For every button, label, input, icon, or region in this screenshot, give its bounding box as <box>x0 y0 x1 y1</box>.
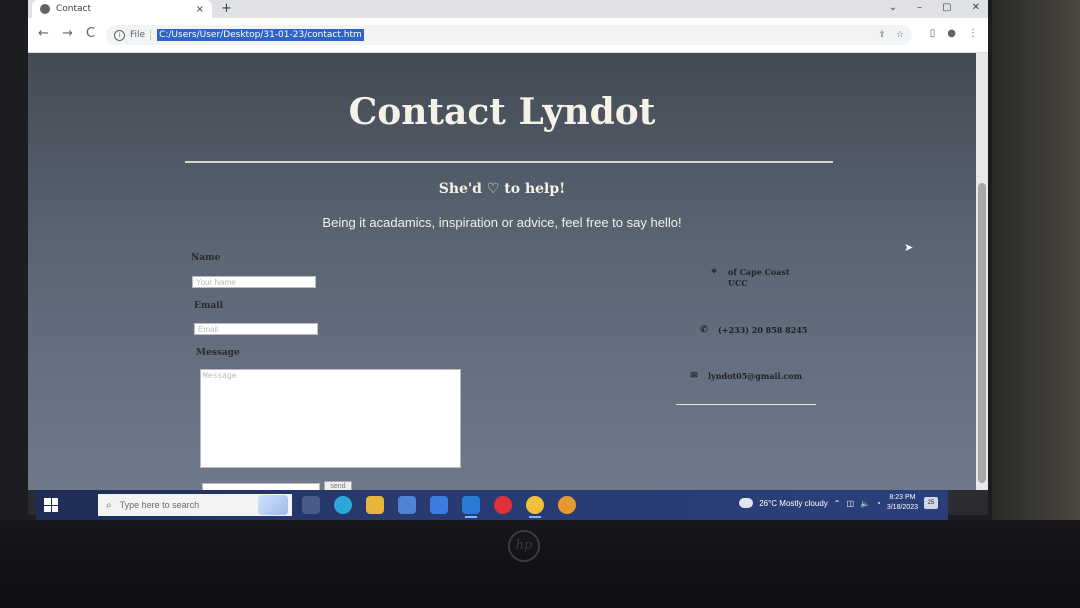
system-tray: 26°C Mostly cloudy ⌃ ◫ 🔈 ◔ 8:23 PM 3/18/… <box>739 493 938 513</box>
page-viewport: Contact Lyndot She'd ♡ to help! Being it… <box>28 53 976 493</box>
window-controls: ⌄ – ▢ ✕ <box>889 2 980 13</box>
restore-button[interactable]: ▢ <box>942 2 951 13</box>
file-scheme-label: File <box>130 30 152 40</box>
contact-email: ✉ lyndot05@gmail.com <box>688 371 802 382</box>
phone-icon: ✆ <box>700 325 708 335</box>
search-icon: ⌕ <box>106 499 112 511</box>
contact-address: ⌖ of Cape Coast UCC <box>708 267 790 289</box>
forward-button[interactable]: → <box>62 26 73 41</box>
tab-title: Contact <box>56 4 92 14</box>
search-placeholder: Type here to search <box>119 500 200 510</box>
edge-icon[interactable] <box>334 496 352 514</box>
browser-toolbar: ← → C i File C:/Users/User/Desktop/31-01… <box>28 18 988 53</box>
windows-taskbar: ⌕ Type here to search 26°C Mostly cloudy… <box>36 490 948 520</box>
page-title: Contact Lyndot <box>348 91 656 133</box>
tab-contact[interactable]: Contact × <box>32 0 212 18</box>
taskbar-clock[interactable]: 8:23 PM 3/18/2023 <box>887 493 918 513</box>
new-tab-button[interactable]: + <box>221 1 232 16</box>
back-button[interactable]: ← <box>38 26 49 41</box>
scroll-thumb[interactable] <box>978 183 986 483</box>
notification-icon[interactable]: 25 <box>924 497 938 509</box>
url-text[interactable]: C:/Users/User/Desktop/31-01-23/contact.h… <box>157 29 364 41</box>
opera-icon[interactable] <box>494 496 512 514</box>
vscode-icon[interactable] <box>462 496 480 518</box>
background-desk <box>992 0 1080 608</box>
close-tab-icon[interactable]: × <box>196 4 204 15</box>
globe-icon <box>40 4 50 14</box>
weather-cloud-icon[interactable] <box>739 498 754 508</box>
chevron-up-icon[interactable]: ⌃ <box>834 499 841 508</box>
name-label: Name <box>191 253 221 263</box>
store-icon[interactable] <box>398 496 416 514</box>
bookmark-star-icon[interactable]: ☆ <box>896 30 904 40</box>
email-text[interactable]: lyndot05@gmail.com <box>708 371 802 382</box>
address-text: of Cape Coast UCC <box>728 267 790 288</box>
chrome-secondary-icon[interactable] <box>558 496 576 514</box>
share-icon[interactable]: ⇪ <box>878 30 886 40</box>
weather-text[interactable]: 26°C Mostly cloudy <box>759 499 828 508</box>
search-highlight-image <box>258 495 288 515</box>
clock-date: 3/18/2023 <box>886 504 918 511</box>
name-input[interactable] <box>192 276 316 288</box>
clock-time: 8:23 PM <box>889 494 916 501</box>
taskbar-search[interactable]: ⌕ Type here to search <box>98 494 292 516</box>
profile-icon[interactable]: ● <box>947 28 956 39</box>
mail-app-icon[interactable] <box>430 496 448 514</box>
start-button[interactable] <box>44 498 58 512</box>
minimize-button[interactable]: – <box>917 2 922 13</box>
tab-strip: Contact × + ⌄ – ▢ ✕ <box>28 0 988 18</box>
side-panel-icon[interactable]: ▯ <box>930 28 936 39</box>
network-icon[interactable]: ◫ <box>846 499 854 508</box>
file-explorer-icon[interactable] <box>366 496 384 514</box>
tab-search-icon[interactable]: ⌄ <box>889 2 897 13</box>
reload-button[interactable]: C <box>86 26 95 41</box>
email-input[interactable] <box>194 323 318 335</box>
message-label: Message <box>196 348 240 358</box>
mouse-cursor-icon: ➤ <box>904 241 914 254</box>
laptop-screen: Contact × + ⌄ – ▢ ✕ ← → C i File C:/User… <box>28 0 988 515</box>
tagline: She'd ♡ to help! <box>438 181 566 197</box>
title-divider <box>185 161 833 163</box>
laptop-bezel <box>0 520 1080 608</box>
location-pin-icon: ⌖ <box>711 267 717 277</box>
intro-text: Being it acadamics, inspiration or advic… <box>322 215 682 230</box>
contact-divider <box>676 404 816 405</box>
close-window-button[interactable]: ✕ <box>972 2 980 13</box>
message-textarea[interactable] <box>200 369 461 468</box>
hp-logo: hp <box>508 530 540 562</box>
volume-icon[interactable]: 🔈 <box>860 499 870 508</box>
page-scrollbar[interactable] <box>976 53 988 490</box>
address-bar[interactable]: i File C:/Users/User/Desktop/31-01-23/co… <box>106 25 912 45</box>
contact-phone: ✆ (+233) 20 858 8245 <box>698 325 807 336</box>
chrome-icon[interactable] <box>526 496 544 518</box>
wifi-icon[interactable]: ◔ <box>876 499 881 508</box>
site-info-icon[interactable]: i <box>114 29 125 41</box>
phone-text: (+233) 20 858 8245 <box>718 325 808 335</box>
task-view-icon[interactable] <box>302 496 320 514</box>
menu-kebab-icon[interactable]: ⋮ <box>968 28 978 39</box>
mail-icon: ✉ <box>690 371 698 381</box>
email-label: Email <box>194 301 224 311</box>
